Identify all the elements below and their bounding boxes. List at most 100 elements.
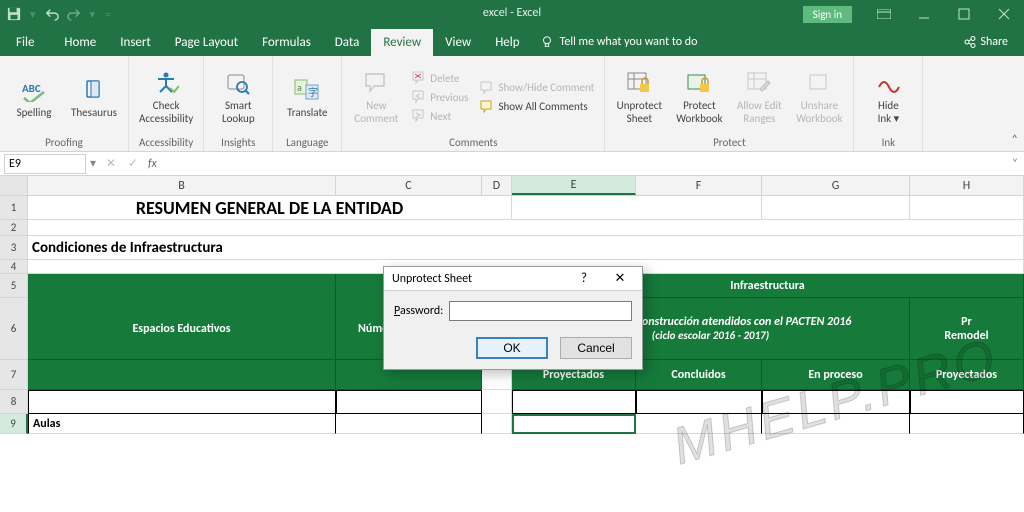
next-icon [412,109,426,123]
thesaurus-icon [80,76,108,104]
cell[interactable] [28,220,1024,236]
col-header-b[interactable]: B [28,176,336,195]
row-header[interactable]: 5 [0,274,28,298]
cancel-formula-icon: ✕ [100,156,122,171]
expand-formula-bar-icon[interactable]: ˅ [1006,157,1024,171]
cell[interactable] [910,390,1024,414]
redo-icon[interactable] [66,6,82,22]
ribbon-display-icon[interactable] [864,0,904,28]
active-cell[interactable] [512,414,636,434]
spelling-button[interactable]: ABC Spelling [6,74,62,121]
unshare-workbook-button: Unshare Workbook [791,67,847,127]
formula-input[interactable] [161,154,1006,174]
cell-concluidos[interactable]: Concluidos [636,360,762,390]
smart-lookup-button[interactable]: Smart Lookup [210,67,266,127]
cell-enproceso[interactable]: En proceso [762,360,910,390]
collapse-ribbon-icon[interactable]: ˄ [1012,133,1018,147]
save-icon[interactable] [6,6,22,22]
minimize-icon[interactable] [904,0,944,28]
cell[interactable] [336,390,482,414]
show-all-comments-button[interactable]: Show All Comments [476,98,598,116]
check-accessibility-button[interactable]: Check Accessibility [135,67,197,127]
row-header[interactable]: 2 [0,220,28,236]
col-header-d[interactable]: D [482,176,512,195]
row-header[interactable]: 7 [0,360,28,390]
cell-title[interactable]: RESUMEN GENERAL DE LA ENTIDAD [28,196,512,220]
tab-view[interactable]: View [433,29,483,56]
dialog-close-icon[interactable]: ✕ [606,271,634,286]
col-header-g[interactable]: G [762,176,910,195]
new-comment-button: New Comment [348,67,404,127]
cell[interactable] [762,390,910,414]
tab-home[interactable]: Home [52,29,108,56]
dialog-help-icon[interactable]: ? [570,271,598,286]
tab-page-layout[interactable]: Page Layout [163,29,250,56]
next-comment-button: Next [408,107,472,125]
cell[interactable] [512,196,762,220]
col-header-h[interactable]: H [910,176,1024,195]
row-header[interactable]: 6 [0,298,28,360]
row-header[interactable]: 1 [0,196,28,220]
select-all-corner[interactable] [0,176,28,195]
sign-in-button[interactable]: Sign in [803,6,852,23]
cell-subtitle[interactable]: Condiciones de Infraestructura [28,236,1024,260]
cell[interactable] [910,196,1024,220]
group-accessibility: Check Accessibility Accessibility [129,56,204,151]
tab-help[interactable]: Help [483,29,531,56]
cell[interactable] [636,390,762,414]
cell[interactable] [910,414,1024,434]
cell[interactable] [762,196,910,220]
thesaurus-button[interactable]: Thesaurus [66,74,122,121]
protect-workbook-icon [685,69,713,97]
cell[interactable] [336,414,482,434]
cell[interactable] [482,414,512,434]
tell-me-search[interactable]: Tell me what you want to do [532,35,706,49]
tab-file[interactable]: File [4,29,52,56]
spelling-icon: ABC [20,76,48,104]
cell-remodel[interactable]: Pr Remodel [910,298,1024,360]
ribbon-tabs: File Home Insert Page Layout Formulas Da… [0,28,1024,56]
cell[interactable] [28,274,336,298]
row-header[interactable]: 8 [0,390,28,414]
tab-insert[interactable]: Insert [108,29,163,56]
row-header[interactable]: 3 [0,236,28,260]
tab-formulas[interactable]: Formulas [250,29,323,56]
cell[interactable] [762,414,910,434]
cell[interactable] [482,390,512,414]
fx-icon[interactable]: fx [144,157,161,171]
delete-icon [412,71,426,85]
tab-data[interactable]: Data [323,29,372,56]
svg-text:a: a [297,81,302,94]
tab-review[interactable]: Review [371,29,433,56]
cell-aulas[interactable]: Aulas [28,414,336,434]
translate-button[interactable]: a字 Translate [279,74,335,121]
col-header-c[interactable]: C [336,176,482,195]
cell[interactable] [512,390,636,414]
close-icon[interactable] [984,0,1024,28]
cell[interactable] [28,360,336,390]
col-header-f[interactable]: F [636,176,762,195]
row-header[interactable]: 9 [0,414,28,434]
unprotect-sheet-button[interactable]: Unprotect Sheet [611,67,667,127]
name-box-dropdown-icon[interactable]: ▾ [86,156,100,171]
col-header-e[interactable]: E [512,176,636,195]
protect-workbook-button[interactable]: Protect Workbook [671,67,727,127]
ok-button[interactable]: OK [476,337,548,359]
dialog-titlebar[interactable]: Unprotect Sheet ? ✕ [384,267,642,291]
password-input[interactable] [449,301,632,321]
share-button[interactable]: Share [964,35,1020,49]
group-insights: Smart Lookup Insights [204,56,273,151]
cell[interactable] [636,414,762,434]
maximize-icon[interactable] [944,0,984,28]
cell-espacios[interactable]: Espacios Educativos [28,298,336,360]
allow-edit-ranges-button: Allow Edit Ranges [731,67,787,127]
cell[interactable] [28,390,336,414]
cancel-button[interactable]: Cancel [560,337,632,359]
hide-ink-button[interactable]: Hide Ink ▾ [860,67,916,127]
hide-ink-icon [874,69,902,97]
row-header[interactable]: 4 [0,260,28,274]
name-box[interactable]: E9 [4,154,86,174]
titlebar: ▾ ▾ = excel - Excel Sign in [0,0,1024,28]
undo-icon[interactable] [44,6,60,22]
cell-proyectados2[interactable]: Proyectados [910,360,1024,390]
